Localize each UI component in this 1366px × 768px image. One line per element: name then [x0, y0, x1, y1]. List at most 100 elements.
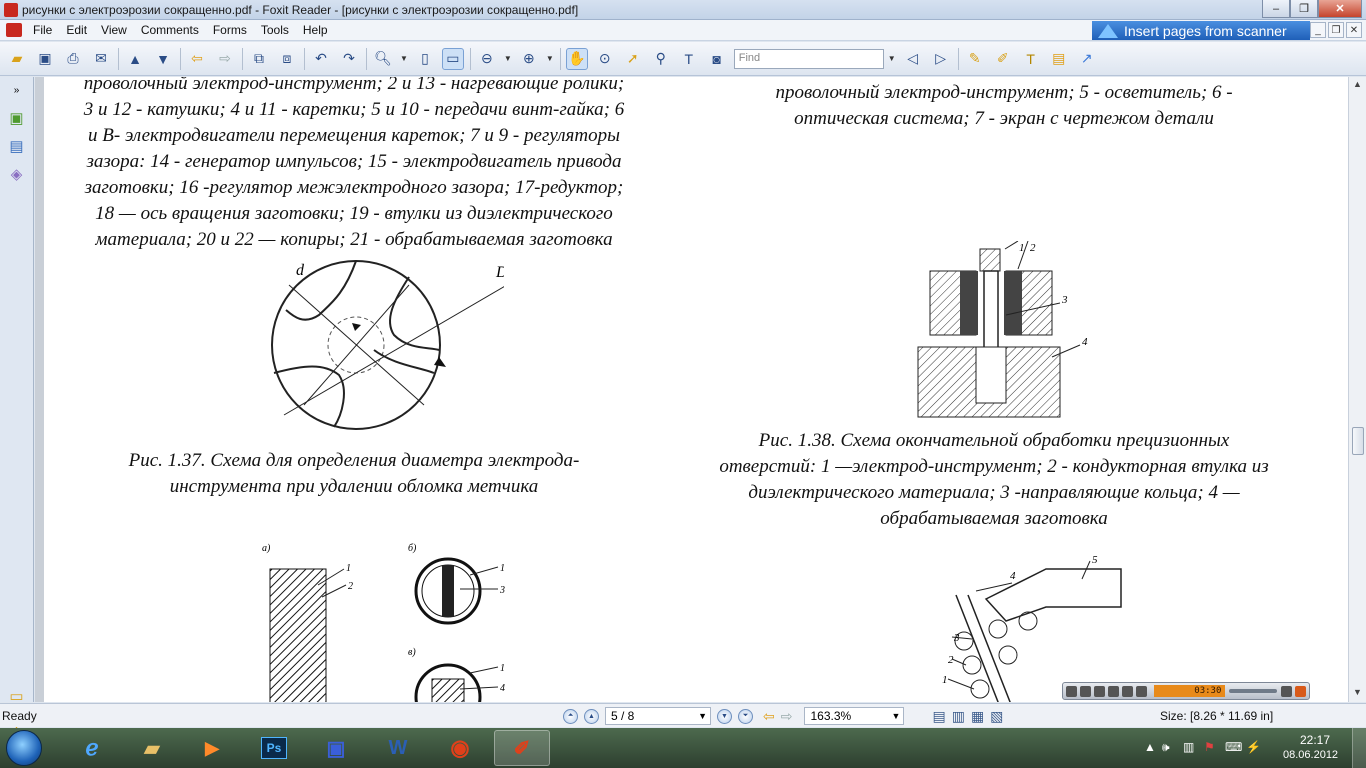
zoom-out-circle-icon[interactable]: ⊖	[476, 48, 498, 70]
comment-icon[interactable]: ▤	[1048, 48, 1070, 70]
player-pause-icon[interactable]	[1079, 685, 1091, 697]
menu-edit[interactable]: Edit	[59, 23, 94, 37]
scroll-up-arrow-icon[interactable]: ▲	[1353, 79, 1362, 89]
zoom-out-dropdown-icon[interactable]: ▼	[504, 54, 512, 63]
redo-icon[interactable]: ↷	[338, 48, 360, 70]
vertical-scrollbar[interactable]: ▲ ▼	[1348, 77, 1366, 702]
internet-explorer-icon[interactable]: ℯ	[64, 730, 120, 766]
note-tool-icon[interactable]: ✎	[964, 48, 986, 70]
page-dropdown-icon[interactable]: ▼	[698, 711, 707, 721]
find-input[interactable]: Find	[733, 48, 884, 69]
clock-time[interactable]: 22:17	[1300, 733, 1330, 747]
typewriter-icon[interactable]: T	[1020, 48, 1042, 70]
windows-explorer-icon[interactable]: ▰	[124, 730, 180, 766]
extract-pages-icon[interactable]: ⧈	[276, 48, 298, 70]
next-page-icon[interactable]: ▼	[717, 708, 732, 724]
page-up-icon[interactable]: ▲	[124, 48, 146, 70]
power-tray-icon[interactable]: ⚡	[1246, 740, 1261, 754]
action-center-icon[interactable]: ⚑	[1204, 740, 1215, 754]
start-button[interactable]	[6, 730, 42, 766]
fit-page-icon[interactable]: ▯	[414, 48, 436, 70]
player-stop-icon[interactable]	[1093, 685, 1105, 697]
continuous-facing-view-icon[interactable]: ▧	[990, 708, 1003, 725]
player-play-icon[interactable]	[1066, 685, 1077, 697]
hand-tool-icon[interactable]: ✋	[565, 47, 588, 70]
bookmarks-icon[interactable]: ▣	[7, 107, 27, 129]
menu-view[interactable]: View	[94, 23, 134, 37]
clock-date[interactable]: 08.06.2012	[1283, 749, 1338, 761]
scrollbar-thumb[interactable]	[1352, 427, 1364, 455]
network-tray-icon[interactable]: ▥	[1183, 740, 1194, 754]
menu-forms[interactable]: Forms	[206, 23, 254, 37]
zoom-in-circle-icon[interactable]: ⊕	[518, 48, 540, 70]
zoom-level-dropdown-icon[interactable]: ▼	[892, 711, 901, 721]
zoom-in-dropdown-icon[interactable]: ▼	[546, 54, 554, 63]
zoom-level-field[interactable]: 163.3% ▼	[804, 707, 905, 725]
next-view-icon[interactable]: ⇨	[781, 708, 793, 725]
microsoft-word-icon[interactable]: W	[370, 730, 426, 766]
foxit-reader-taskbar-icon[interactable]: ✐	[494, 730, 550, 766]
photoshop-icon[interactable]: Ps	[246, 730, 302, 766]
menu-comments[interactable]: Comments	[134, 23, 206, 37]
previous-page-icon[interactable]: ▲	[584, 708, 599, 724]
pencil-tool-icon[interactable]: ✐	[992, 48, 1014, 70]
forward-arrow-icon[interactable]: ⇨	[214, 48, 236, 70]
open-folder-icon[interactable]: ▰	[6, 48, 28, 70]
pages-thumbnails-icon[interactable]: ▤	[7, 135, 27, 157]
save-icon[interactable]: ▣	[34, 48, 56, 70]
zoom-dropdown-icon[interactable]: ▼	[400, 54, 408, 63]
select-arrow-icon[interactable]: ➚	[622, 48, 644, 70]
fit-width-icon[interactable]: ▭	[441, 47, 464, 70]
sidebar-collapse-icon[interactable]: »	[7, 79, 27, 101]
document-icon[interactable]	[6, 23, 22, 37]
layers-icon[interactable]: ◈	[7, 163, 27, 185]
arrow-tool-icon[interactable]: ↗	[1076, 48, 1098, 70]
player-menu-icon[interactable]	[1281, 685, 1293, 697]
player-eject-icon[interactable]	[1135, 685, 1147, 697]
keyboard-layout-icon[interactable]: ⌨	[1225, 740, 1242, 754]
menu-help[interactable]: Help	[296, 23, 335, 37]
doc-close-button[interactable]: ✕	[1346, 22, 1362, 38]
menu-tools[interactable]: Tools	[254, 23, 296, 37]
insert-pages-from-scanner-banner[interactable]: Insert pages from scanner	[1092, 21, 1310, 40]
single-page-view-icon[interactable]: ▤	[932, 708, 945, 725]
media-player-icon[interactable]: ▶	[184, 730, 240, 766]
menu-file[interactable]: File	[26, 23, 59, 37]
binoculars-icon[interactable]: ⚲	[650, 48, 672, 70]
document-viewport[interactable]: проволочный электрод-инструмент; 2 и 13 …	[35, 77, 1348, 702]
player-volume-slider[interactable]	[1229, 689, 1278, 693]
facing-view-icon[interactable]: ▦	[971, 708, 984, 725]
find-next-icon[interactable]: ▷	[930, 48, 952, 70]
continuous-view-icon[interactable]: ▥	[952, 708, 965, 725]
back-arrow-icon[interactable]: ⇦	[186, 48, 208, 70]
volume-tray-icon[interactable]: 🕪︎	[1162, 740, 1170, 755]
doc-minimize-button[interactable]: _	[1310, 22, 1326, 38]
select-text-icon[interactable]: T	[678, 48, 700, 70]
minimize-button[interactable]: ‒	[1262, 0, 1290, 18]
insert-pages-icon[interactable]: ⧉	[248, 48, 270, 70]
player-next-icon[interactable]	[1121, 685, 1133, 697]
scroll-down-arrow-icon[interactable]: ▼	[1353, 687, 1362, 697]
show-desktop-button[interactable]	[1352, 728, 1366, 768]
snapshot-icon[interactable]: ◙	[706, 48, 728, 70]
player-previous-icon[interactable]	[1107, 685, 1119, 697]
last-page-icon[interactable]: ⏷	[738, 708, 753, 724]
page-number-field[interactable]: 5 / 8 ▼	[605, 707, 711, 725]
page-down-icon[interactable]: ▼	[152, 48, 174, 70]
doc-restore-button[interactable]: ❐	[1328, 22, 1344, 38]
email-icon[interactable]: ✉	[90, 48, 112, 70]
google-chrome-icon[interactable]: ◉	[432, 730, 488, 766]
loupe-tool-icon[interactable]: ⊙	[594, 48, 616, 70]
show-hidden-icons-icon[interactable]: ▲	[1144, 740, 1156, 754]
undo-icon[interactable]: ↶	[310, 48, 332, 70]
close-button[interactable]: ✕	[1318, 0, 1362, 18]
find-previous-icon[interactable]: ◁	[902, 48, 924, 70]
previous-view-icon[interactable]: ⇦	[763, 708, 775, 725]
maximize-button[interactable]: ❐	[1290, 0, 1318, 18]
first-page-icon[interactable]: ⏶	[563, 708, 578, 724]
player-close-icon[interactable]	[1295, 685, 1307, 697]
find-dropdown-icon[interactable]: ▼	[888, 54, 896, 63]
print-icon[interactable]: ⎙	[62, 48, 84, 70]
zoom-in-icon[interactable]: 🔍︎	[372, 48, 394, 70]
save-disk-app-icon[interactable]: ▣	[308, 730, 364, 766]
